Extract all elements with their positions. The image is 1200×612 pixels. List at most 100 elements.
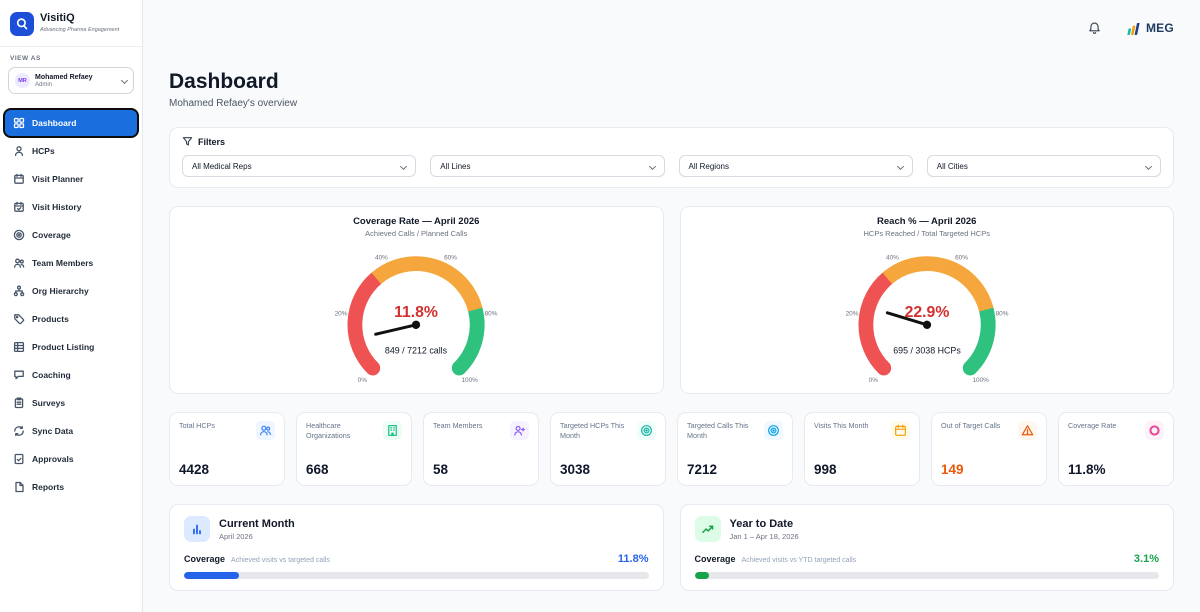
metric-value: 11.8% (618, 553, 649, 565)
trend-up-icon (695, 516, 721, 542)
sidebar-item-label: Coverage (32, 230, 71, 240)
stat-value: 11.8% (1068, 462, 1164, 477)
svg-text:80%: 80% (485, 310, 498, 317)
gauge-detail: 849 / 7212 calls (385, 345, 448, 355)
stat-value: 58 (433, 462, 529, 477)
gauge-subtitle: HCPs Reached / Total Targeted HCPs (691, 229, 1164, 238)
stat-card-coverage-rate: Coverage Rate 11.8% (1058, 412, 1174, 486)
filter-funnel-icon (182, 136, 193, 147)
progress-bar-fill (184, 572, 239, 579)
sidebar-item-label: HCPs (32, 146, 55, 156)
sidebar-item-label: Coaching (32, 370, 71, 380)
stat-card-total-hcps: Total HCPs 4428 (169, 412, 285, 486)
reach-gauge-card: Reach % — April 2026 HCPs Reached / Tota… (680, 206, 1175, 394)
sidebar-item-coaching[interactable]: Coaching (5, 362, 137, 388)
app-name: VisitiQ (40, 12, 119, 25)
user-role: Admin (35, 82, 93, 88)
stat-card-healthcare-orgs: Healthcare Organizations 668 (296, 412, 412, 486)
target-icon (637, 421, 656, 440)
sidebar-item-label: Reports (32, 482, 64, 492)
stat-card-out-of-target: Out of Target Calls 149 (931, 412, 1047, 486)
notification-bell-icon[interactable] (1087, 21, 1102, 36)
svg-text:20%: 20% (335, 310, 348, 317)
select-regions[interactable]: All Regions (679, 155, 913, 177)
stat-label: Healthcare Organizations (306, 421, 379, 440)
sidebar-item-product-listing[interactable]: Product Listing (5, 334, 137, 360)
stat-card-team-members: Team Members 58 (423, 412, 539, 486)
view-as-label: VIEW AS (0, 55, 142, 62)
summary-card-year-to-date: Year to Date Jan 1 – Apr 18, 2026 Covera… (680, 504, 1175, 591)
chevron-down-icon (648, 162, 655, 169)
app-tagline: Advancing Pharma Engagement (40, 27, 119, 33)
sidebar-item-products[interactable]: Products (5, 306, 137, 332)
svg-text:60%: 60% (955, 255, 968, 262)
sidebar-item-org-hierarchy[interactable]: Org Hierarchy (5, 278, 137, 304)
sidebar-item-label: Products (32, 314, 69, 324)
select-lines[interactable]: All Lines (430, 155, 664, 177)
summary-title: Current Month (219, 518, 295, 530)
tag-icon (13, 313, 25, 325)
progress-bar-fill (695, 572, 709, 579)
stat-card-row: Total HCPs 4428 Healthcare Organizations… (169, 412, 1174, 486)
calendar-icon (13, 173, 25, 185)
select-cities[interactable]: All Cities (927, 155, 1161, 177)
sync-icon (13, 425, 25, 437)
progress-bar (184, 572, 649, 579)
progress-bar (695, 572, 1160, 579)
person-plus-icon (510, 421, 529, 440)
sidebar-item-surveys[interactable]: Surveys (5, 390, 137, 416)
stat-value: 3038 (560, 462, 656, 477)
sidebar-item-label: Visit History (32, 202, 81, 212)
select-value: All Regions (689, 162, 729, 171)
sidebar-item-dashboard[interactable]: Dashboard (5, 110, 137, 136)
filters-title: Filters (198, 137, 225, 147)
sidebar-item-reports[interactable]: Reports (5, 474, 137, 500)
svg-text:40%: 40% (375, 255, 388, 262)
sidebar-item-coverage[interactable]: Coverage (5, 222, 137, 248)
sidebar-item-sync-data[interactable]: Sync Data (5, 418, 137, 444)
stat-label: Team Members (433, 421, 483, 440)
calendar-check-icon (13, 201, 25, 213)
sidebar-item-label: Approvals (32, 454, 74, 464)
people-icon (13, 257, 25, 269)
gauge-subtitle: Achieved Calls / Planned Calls (180, 229, 653, 238)
stat-card-targeted-calls: Targeted Calls This Month 7212 (677, 412, 793, 486)
select-value: All Medical Reps (192, 162, 252, 171)
metric-label: Coverage (695, 554, 736, 564)
chevron-down-icon (121, 77, 128, 84)
document-check-icon (13, 453, 25, 465)
summary-subtitle: Jan 1 – Apr 18, 2026 (730, 532, 799, 541)
sidebar: VisitiQ Advancing Pharma Engagement VIEW… (0, 0, 143, 612)
select-value: All Lines (440, 162, 470, 171)
select-value: All Cities (937, 162, 968, 171)
page-subtitle: Mohamed Refaey's overview (169, 98, 1174, 109)
sidebar-item-hcps[interactable]: HCPs (5, 138, 137, 164)
stat-label: Coverage Rate (1068, 421, 1116, 440)
reach-gauge-chart: 0% 20% 40% 60% 80% 100% 22.9% 695 / 3038… (827, 238, 1027, 386)
sidebar-item-label: Visit Planner (32, 174, 83, 184)
filters-panel: Filters All Medical Reps All Lines All R… (169, 127, 1174, 188)
user-selector[interactable]: MR Mohamed Refaey Admin (8, 67, 134, 94)
brand-name: MEG (1146, 21, 1174, 35)
select-medical-reps[interactable]: All Medical Reps (182, 155, 416, 177)
target-icon (13, 229, 25, 241)
divider (0, 46, 142, 47)
gauge-value: 22.9% (904, 304, 949, 321)
svg-text:0%: 0% (358, 377, 368, 384)
users-icon (256, 421, 275, 440)
sidebar-item-label: Org Hierarchy (32, 286, 89, 296)
summary-subtitle: April 2026 (219, 532, 295, 541)
metric-label: Coverage (184, 554, 225, 564)
stat-value: 4428 (179, 462, 275, 477)
sidebar-item-approvals[interactable]: Approvals (5, 446, 137, 472)
gauge-needle (375, 320, 421, 338)
sidebar-item-visit-history[interactable]: Visit History (5, 194, 137, 220)
stat-card-targeted-hcps: Targeted HCPs This Month 3038 (550, 412, 666, 486)
sidebar-item-visit-planner[interactable]: Visit Planner (5, 166, 137, 192)
svg-text:40%: 40% (886, 255, 899, 262)
summary-row: Current Month April 2026 Coverage Achiev… (169, 504, 1174, 591)
chat-icon (13, 369, 25, 381)
sidebar-item-team-members[interactable]: Team Members (5, 250, 137, 276)
metric-description: Achieved visits vs targeted calls (231, 557, 330, 564)
stat-label: Targeted Calls This Month (687, 421, 760, 440)
